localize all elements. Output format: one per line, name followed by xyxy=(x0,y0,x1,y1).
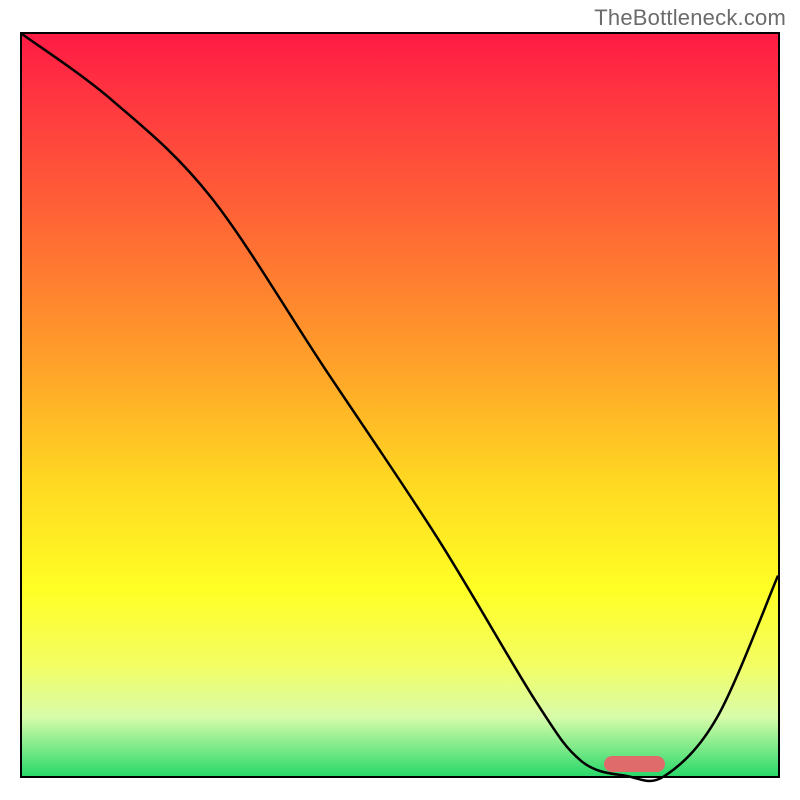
plot-area xyxy=(20,32,780,778)
curve-path xyxy=(22,34,778,781)
optimal-marker xyxy=(604,756,664,772)
chart-container: TheBottleneck.com xyxy=(0,0,800,800)
watermark-text: TheBottleneck.com xyxy=(594,5,786,31)
curve-svg xyxy=(22,34,778,776)
